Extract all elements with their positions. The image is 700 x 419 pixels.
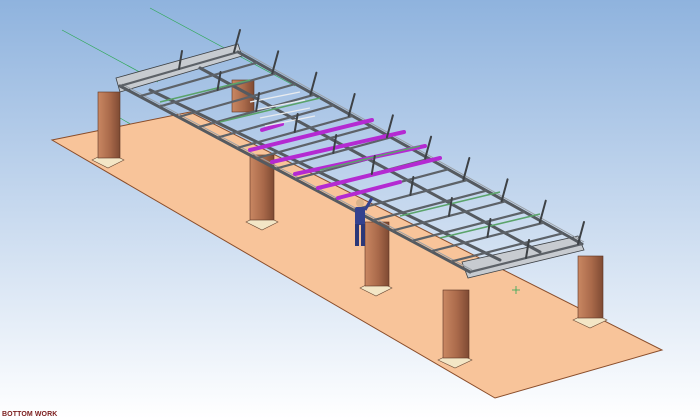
view-name-label: BOTTOM WORK bbox=[2, 411, 58, 418]
model-scene[interactable] bbox=[0, 0, 700, 419]
column-b4 bbox=[572, 255, 608, 329]
column-a4 bbox=[437, 289, 473, 369]
cad-3d-viewport[interactable]: BOTTOM WORK bbox=[0, 0, 700, 419]
